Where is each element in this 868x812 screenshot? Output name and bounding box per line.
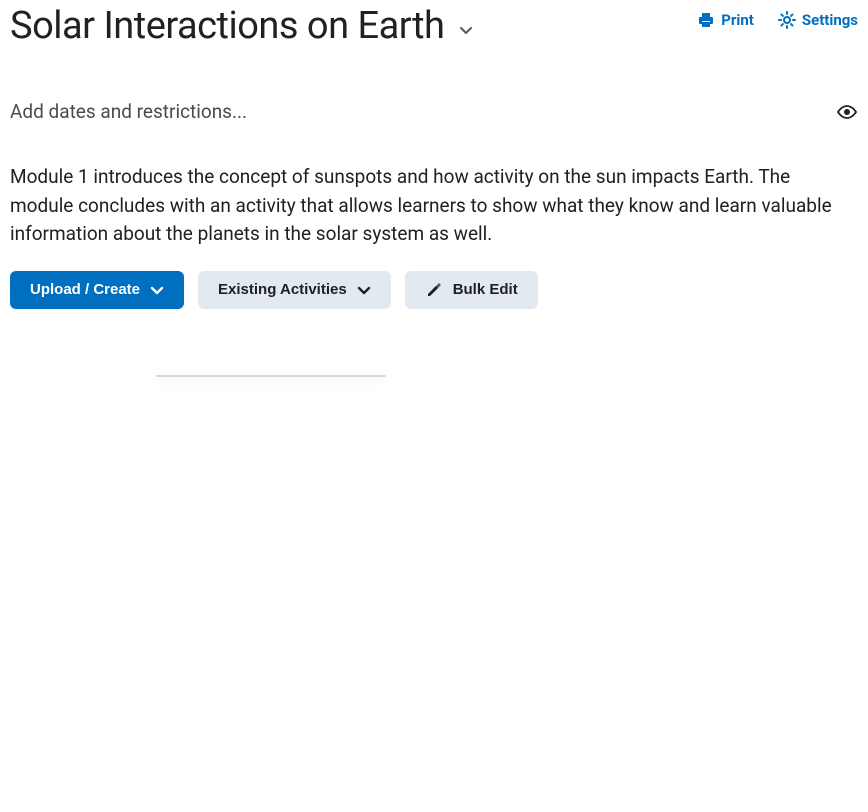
print-label: Print (721, 11, 754, 29)
existing-activities-label: Existing Activities (218, 281, 347, 298)
settings-label: Settings (802, 11, 858, 29)
print-icon (697, 11, 715, 29)
chevron-down-icon (150, 283, 164, 297)
print-button[interactable]: Print (697, 11, 754, 29)
settings-button[interactable]: Settings (778, 11, 858, 29)
existing-activities-button[interactable]: Existing Activities (198, 271, 391, 309)
module-description: Module 1 introduces the concept of sunsp… (10, 163, 858, 249)
upload-create-button[interactable]: Upload / Create (10, 271, 184, 309)
bulk-edit-button[interactable]: Bulk Edit (405, 271, 538, 309)
context-menu (156, 375, 386, 377)
bulk-edit-label: Bulk Edit (453, 281, 518, 298)
bulk-edit-icon (425, 281, 443, 299)
title-chevron-icon[interactable] (458, 22, 474, 38)
visibility-eye-icon[interactable] (836, 101, 858, 123)
chevron-down-icon (357, 283, 371, 297)
gear-icon (778, 11, 796, 29)
upload-create-label: Upload / Create (30, 281, 140, 298)
page-title: Solar Interactions on Earth (10, 4, 444, 48)
add-dates-link[interactable]: Add dates and restrictions... (10, 100, 247, 123)
